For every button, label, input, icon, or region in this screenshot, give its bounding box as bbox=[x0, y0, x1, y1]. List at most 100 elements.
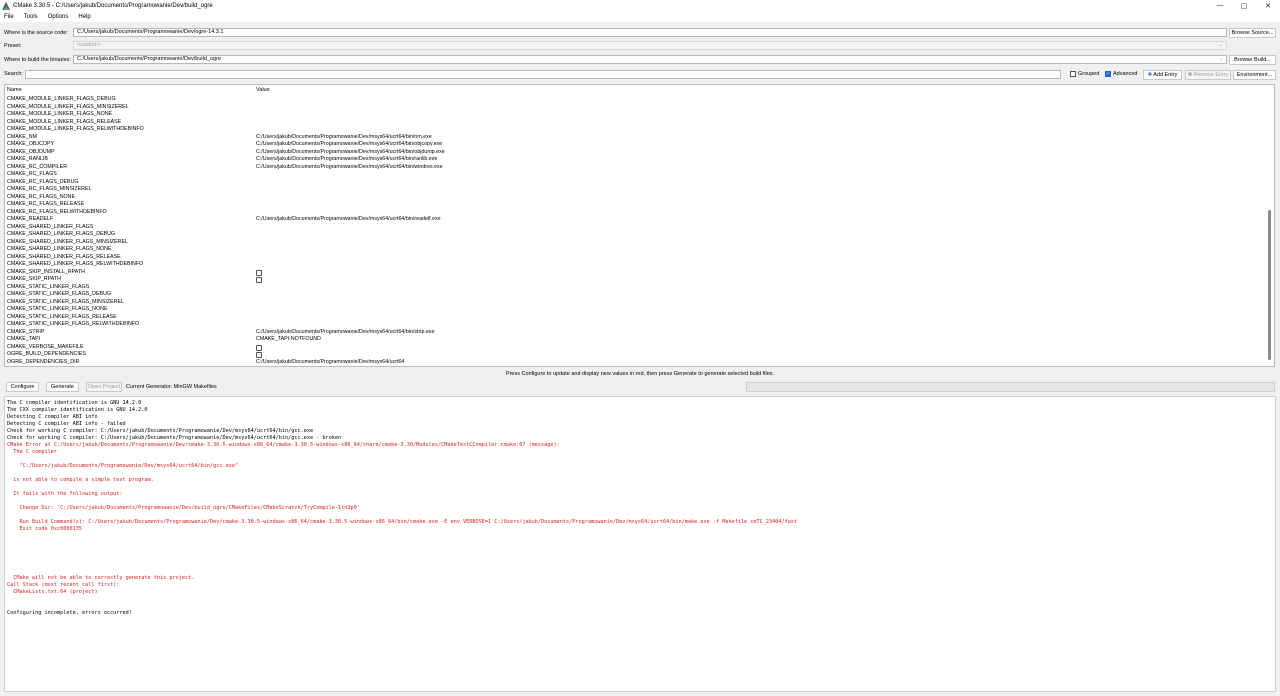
cache-entry-checkbox[interactable] bbox=[256, 277, 262, 283]
table-row[interactable]: OGRE_DEPENDENCIES_DIR C:/Users/jakub/Docu… bbox=[5, 359, 1267, 367]
cache-entry-value[interactable]: C:/Users/jakub/Documents/Programowanie/D… bbox=[256, 359, 404, 367]
table-row[interactable]: CMAKE_MODULE_LINKER_FLAGS_NONE bbox=[5, 111, 1267, 119]
window-title: CMake 3.30.5 - C:/Users/jakub/Documents/… bbox=[13, 2, 213, 9]
cache-entry-value[interactable]: C:/Users/jakub/Documents/Programowanie/D… bbox=[256, 149, 445, 157]
table-row[interactable]: CMAKE_RC_FLAGS_DEBUG bbox=[5, 179, 1267, 187]
advanced-checkbox[interactable]: ✓ Advanced bbox=[1105, 71, 1137, 77]
table-row[interactable]: CMAKE_SHARED_LINKER_FLAGS_RELWITHDEBINFO bbox=[5, 261, 1267, 269]
cache-entry-value[interactable]: C:/Users/jakub/Documents/Programowanie/D… bbox=[256, 156, 437, 164]
preset-select[interactable]: <custom> ⌄ bbox=[73, 41, 1227, 50]
maximize-button[interactable]: ▢ bbox=[1232, 0, 1256, 11]
remove-entry-button[interactable]: ✖ Remove Entry bbox=[1185, 70, 1231, 80]
table-row[interactable]: CMAKE_RC_FLAGS_RELWITHDEBINFO bbox=[5, 209, 1267, 217]
cache-entry-name: CMAKE_SKIP_RPATH bbox=[7, 276, 61, 282]
plus-icon: ✚ bbox=[1147, 72, 1153, 78]
table-row[interactable]: CMAKE_VERBOSE_MAKEFILE bbox=[5, 344, 1267, 352]
table-row[interactable]: CMAKE_RC_FLAGS_MINSIZEREL bbox=[5, 186, 1267, 194]
close-button[interactable]: ✕ bbox=[1256, 0, 1280, 11]
cache-entry-value[interactable]: C:/Users/jakub/Documents/Programowanie/D… bbox=[256, 329, 434, 337]
cache-entry-name: CMAKE_STRIP bbox=[7, 328, 45, 335]
table-row[interactable]: CMAKE_RC_FLAGS_RELEASE bbox=[5, 201, 1267, 209]
table-row[interactable]: CMAKE_NM C:/Users/jakub/Documents/Program… bbox=[5, 134, 1267, 142]
open-project-button[interactable]: Open Project bbox=[86, 382, 122, 392]
cache-entry-checkbox[interactable] bbox=[256, 344, 262, 351]
table-row[interactable]: CMAKE_STATIC_LINKER_FLAGS_RELWITHDEBINFO bbox=[5, 321, 1267, 329]
table-row[interactable]: CMAKE_SHARED_LINKER_FLAGS bbox=[5, 224, 1267, 232]
table-row[interactable]: CMAKE_MODULE_LINKER_FLAGS_DEBUG bbox=[5, 96, 1267, 104]
progress-bar bbox=[746, 382, 1275, 392]
table-row[interactable]: CMAKE_STATIC_LINKER_FLAGS_RELEASE bbox=[5, 314, 1267, 322]
column-header-name[interactable]: Name bbox=[7, 87, 22, 93]
cache-table[interactable]: Name Value CMAKE_MODULE_LINKER_FLAGS_DEB… bbox=[4, 84, 1275, 367]
table-row[interactable]: CMAKE_MODULE_LINKER_FLAGS_MINSIZEREL bbox=[5, 104, 1267, 112]
column-header-value[interactable]: Value bbox=[256, 87, 270, 93]
configure-button[interactable]: Configure bbox=[6, 382, 39, 392]
scrollbar-thumb[interactable] bbox=[1268, 210, 1271, 360]
table-row[interactable]: CMAKE_SKIP_RPATH bbox=[5, 276, 1267, 284]
table-row[interactable]: CMAKE_RANLIB C:/Users/jakub/Documents/Pro… bbox=[5, 156, 1267, 164]
cache-entry-name: CMAKE_RC_FLAGS_DEBUG bbox=[7, 178, 79, 185]
cache-entry-value[interactable]: CMAKE_TAPI-NOTFOUND bbox=[256, 336, 321, 344]
cache-entry-name: CMAKE_STATIC_LINKER_FLAGS bbox=[7, 283, 90, 290]
browse-build-button[interactable]: Browse Build... bbox=[1229, 55, 1276, 65]
log-line: "C:/Users/jakub/Documents/Programowanie/… bbox=[7, 463, 239, 469]
browse-source-button[interactable]: Browse Source... bbox=[1229, 28, 1276, 38]
table-header: Name Value bbox=[5, 85, 1267, 95]
menu-help[interactable]: Help bbox=[73, 14, 95, 20]
table-row[interactable]: CMAKE_SHARED_LINKER_FLAGS_NONE bbox=[5, 246, 1267, 254]
cache-entry-value[interactable]: C:/Users/jakub/Documents/Programowanie/D… bbox=[256, 141, 442, 149]
grouped-checkbox[interactable]: Grouped bbox=[1070, 71, 1099, 77]
cache-entry-name: CMAKE_READELF bbox=[7, 216, 54, 222]
environment-button[interactable]: Environment... bbox=[1233, 70, 1276, 80]
menu-file[interactable]: File bbox=[0, 14, 19, 20]
table-row[interactable]: CMAKE_SHARED_LINKER_FLAGS_RELEASE bbox=[5, 254, 1267, 262]
table-row[interactable]: CMAKE_STATIC_LINKER_FLAGS bbox=[5, 284, 1267, 292]
generate-button[interactable]: Generate bbox=[46, 382, 79, 392]
cache-entry-name: CMAKE_STATIC_LINKER_FLAGS_RELEASE bbox=[7, 313, 117, 320]
table-row[interactable]: CMAKE_STATIC_LINKER_FLAGS_NONE bbox=[5, 306, 1267, 314]
cache-entry-name: CMAKE_VERBOSE_MAKEFILE bbox=[7, 343, 84, 350]
minimize-button[interactable]: — bbox=[1208, 0, 1232, 11]
cache-entry-name: CMAKE_SHARED_LINKER_FLAGS_RELWITHDEBINFO bbox=[7, 261, 144, 267]
table-row[interactable]: CMAKE_STRIP C:/Users/jakub/Documents/Prog… bbox=[5, 329, 1267, 337]
table-row[interactable]: CMAKE_SHARED_LINKER_FLAGS_DEBUG bbox=[5, 231, 1267, 239]
table-row[interactable]: CMAKE_RC_FLAGS_NONE bbox=[5, 194, 1267, 202]
table-row[interactable]: CMAKE_STATIC_LINKER_FLAGS_DEBUG bbox=[5, 291, 1267, 299]
cache-entry-checkbox[interactable] bbox=[256, 352, 262, 358]
table-row[interactable]: CMAKE_OBJCOPY C:/Users/jakub/Documents/Pr… bbox=[5, 141, 1267, 149]
table-row[interactable]: CMAKE_STATIC_LINKER_FLAGS_MINSIZEREL bbox=[5, 299, 1267, 307]
cache-entry-name: CMAKE_MODULE_LINKER_FLAGS_RELWITHDEBINFO bbox=[7, 126, 144, 132]
table-row[interactable]: OGRE_BUILD_DEPENDENCIES bbox=[5, 351, 1267, 359]
log-line: The CXX compiler identification is GNU 1… bbox=[7, 407, 148, 413]
cache-entry-name: CMAKE_NM bbox=[7, 133, 38, 140]
table-row[interactable]: CMAKE_MODULE_LINKER_FLAGS_RELEASE bbox=[5, 119, 1267, 127]
table-row[interactable]: CMAKE_SKIP_INSTALL_RPATH bbox=[5, 269, 1267, 277]
table-row[interactable]: CMAKE_RC_COMPILER C:/Users/jakub/Document… bbox=[5, 164, 1267, 172]
cache-entry-name: CMAKE_RC_FLAGS_MINSIZEREL bbox=[7, 186, 92, 192]
cache-entry-value[interactable]: C:/Users/jakub/Documents/Programowanie/D… bbox=[256, 164, 443, 172]
source-path-input[interactable]: C:/Users/jakub/Documents/Programowanie/D… bbox=[73, 28, 1227, 37]
build-path-input[interactable]: C:/Users/jakub/Documents/Programowanie/D… bbox=[73, 55, 1227, 64]
menu-tools[interactable]: Tools bbox=[19, 14, 43, 20]
hint-text: Press Configure to update and display ne… bbox=[505, 371, 775, 377]
table-row[interactable]: CMAKE_SHARED_LINKER_FLAGS_MINSIZEREL bbox=[5, 239, 1267, 247]
output-log[interactable]: The C compiler identification is GNU 14.… bbox=[4, 396, 1276, 692]
cache-entry-name: CMAKE_RC_FLAGS_NONE bbox=[7, 193, 75, 200]
table-row[interactable]: CMAKE_MODULE_LINKER_FLAGS_RELWITHDEBINFO bbox=[5, 126, 1267, 134]
cache-entry-value[interactable]: C:/Users/jakub/Documents/Programowanie/D… bbox=[256, 134, 432, 142]
table-row[interactable]: CMAKE_OBJDUMP C:/Users/jakub/Documents/Pr… bbox=[5, 149, 1267, 157]
table-scrollbar[interactable] bbox=[1266, 85, 1273, 366]
cache-entry-name: OGRE_DEPENDENCIES_DIR bbox=[7, 358, 80, 365]
cache-entry-checkbox[interactable] bbox=[256, 269, 262, 276]
table-row[interactable]: CMAKE_RC_FLAGS bbox=[5, 171, 1267, 179]
search-input[interactable] bbox=[25, 70, 1061, 79]
table-row[interactable]: CMAKE_READELF C:/Users/jakub/Documents/Pr… bbox=[5, 216, 1267, 224]
menu-options[interactable]: Options bbox=[43, 14, 74, 20]
build-path-value: C:/Users/jakub/Documents/Programowanie/D… bbox=[77, 56, 221, 62]
add-entry-button[interactable]: ✚ Add Entry bbox=[1143, 70, 1182, 80]
table-row[interactable]: CMAKE_TAPI CMAKE_TAPI-NOTFOUND bbox=[5, 336, 1267, 344]
cache-entry-value[interactable]: C:/Users/jakub/Documents/Programowanie/D… bbox=[256, 216, 441, 224]
checkmark-icon: ✓ bbox=[1105, 71, 1111, 77]
